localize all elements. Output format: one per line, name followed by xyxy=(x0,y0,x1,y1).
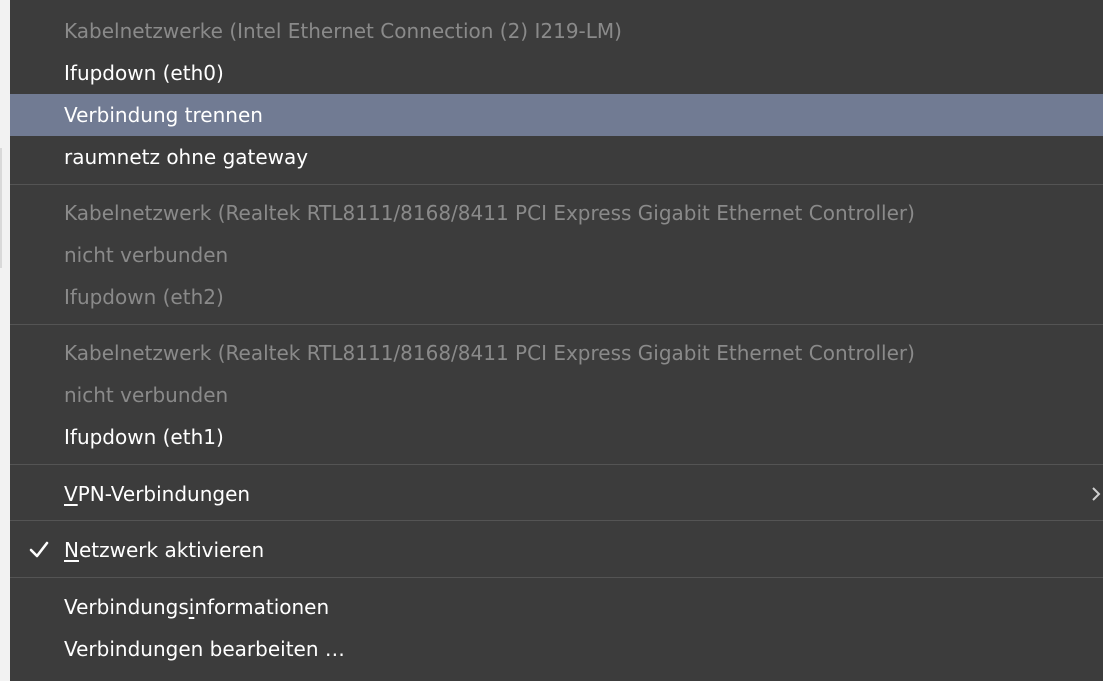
wired-realtek-header-1: Kabelnetzwerk (Realtek RTL8111/8168/8411… xyxy=(64,201,915,225)
separator xyxy=(10,520,1103,521)
separator xyxy=(10,324,1103,325)
wired-intel-header: Kabelnetzwerke (Intel Ethernet Connectio… xyxy=(64,19,622,43)
connection-info-label-b: nformationen xyxy=(194,595,330,619)
separator xyxy=(10,577,1103,578)
disconnect-menu-item[interactable]: Verbindung trennen xyxy=(10,94,1103,136)
connection-info-menu-item[interactable]: Verbindungsinformationen xyxy=(10,586,1103,628)
edit-connections-menu-item[interactable]: Verbindungen bearbeiten … xyxy=(10,628,1103,670)
connection-ifupdown-eth0[interactable]: Ifupdown (eth0) xyxy=(10,52,1103,94)
separator xyxy=(10,464,1103,465)
chevron-right-icon xyxy=(1089,473,1103,515)
wired-realtek-status-2: nicht verbunden xyxy=(64,383,229,407)
checkmark-icon xyxy=(27,529,51,571)
wired-realtek-status-1: nicht verbunden xyxy=(64,243,229,267)
connection-raumnetz[interactable]: raumnetz ohne gateway xyxy=(10,136,1103,178)
wired-realtek-header-2: Kabelnetzwerk (Realtek RTL8111/8168/8411… xyxy=(64,341,915,365)
connection-ifupdown-eth2: Ifupdown (eth2) xyxy=(64,285,224,309)
network-menu: Kabelnetzwerke (Intel Ethernet Connectio… xyxy=(10,0,1103,681)
enable-networking-label: etzwerk aktivieren xyxy=(78,538,265,562)
enable-networking-menu-item[interactable]: Netzwerk aktivieren xyxy=(10,529,1103,571)
vpn-mnemonic: V xyxy=(64,482,78,506)
connection-info-label-a: Verbindungs xyxy=(64,595,189,619)
enable-networking-mnemonic: N xyxy=(64,538,79,562)
vpn-connections-menu-item[interactable]: VPN-Verbindungen xyxy=(10,473,1103,515)
separator xyxy=(10,184,1103,185)
connection-ifupdown-eth1[interactable]: Ifupdown (eth1) xyxy=(10,416,1103,458)
vpn-label: PN-Verbindungen xyxy=(77,482,251,506)
